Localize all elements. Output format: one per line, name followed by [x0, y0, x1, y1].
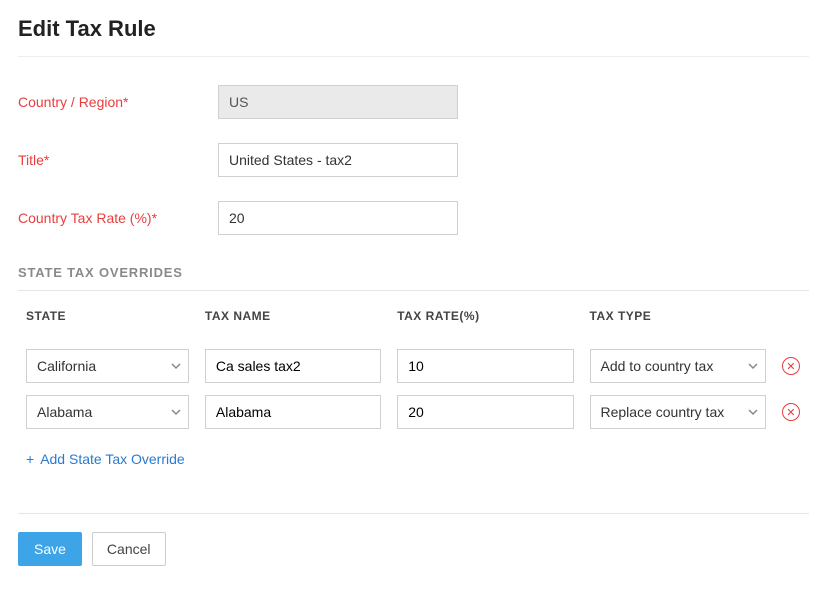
footer-divider [18, 513, 809, 514]
header-tax-name: TAX NAME [197, 301, 389, 343]
tax-rate-input[interactable] [397, 349, 573, 383]
plus-icon: + [26, 451, 34, 467]
country-value: US [218, 85, 458, 119]
country-label: Country / Region* [18, 94, 218, 110]
delete-row-button[interactable]: ✕ [782, 357, 800, 375]
state-select[interactable]: California [26, 349, 189, 383]
header-tax-type: TAX TYPE [582, 301, 774, 343]
save-button[interactable]: Save [18, 532, 82, 566]
country-rate-field: Country Tax Rate (%)* [18, 201, 809, 235]
header-state: STATE [18, 301, 197, 343]
tax-type-select-value: Replace country tax [590, 395, 766, 429]
country-rate-label: Country Tax Rate (%)* [18, 210, 218, 226]
close-icon: ✕ [786, 360, 795, 373]
tax-type-select[interactable]: Add to country tax [590, 349, 766, 383]
state-select-value: Alabama [26, 395, 189, 429]
tax-type-select[interactable]: Replace country tax [590, 395, 766, 429]
add-override-label: Add State Tax Override [40, 451, 184, 467]
overrides-header-row: STATE TAX NAME TAX RATE(%) TAX TYPE [18, 301, 809, 343]
overrides-section-title: STATE TAX OVERRIDES [18, 265, 809, 280]
country-rate-input[interactable] [218, 201, 458, 235]
table-row: California Add to country tax [18, 343, 809, 389]
tax-rate-input[interactable] [397, 395, 573, 429]
footer-buttons: Save Cancel [18, 532, 809, 566]
add-override-button[interactable]: + Add State Tax Override [18, 451, 809, 467]
title-divider [18, 56, 809, 57]
title-input[interactable] [218, 143, 458, 177]
state-select-value: California [26, 349, 189, 383]
title-field: Title* [18, 143, 809, 177]
overrides-table: STATE TAX NAME TAX RATE(%) TAX TYPE Cali… [18, 301, 809, 435]
tax-name-input[interactable] [205, 349, 381, 383]
close-icon: ✕ [786, 406, 795, 419]
tax-name-input[interactable] [205, 395, 381, 429]
cancel-button[interactable]: Cancel [92, 532, 166, 566]
delete-row-button[interactable]: ✕ [782, 403, 800, 421]
header-tax-rate: TAX RATE(%) [389, 301, 581, 343]
tax-type-select-value: Add to country tax [590, 349, 766, 383]
overrides-divider [18, 290, 809, 291]
page-title: Edit Tax Rule [18, 16, 809, 42]
title-label: Title* [18, 152, 218, 168]
table-row: Alabama Replace country tax [18, 389, 809, 435]
state-select[interactable]: Alabama [26, 395, 189, 429]
country-field: Country / Region* US [18, 85, 809, 119]
